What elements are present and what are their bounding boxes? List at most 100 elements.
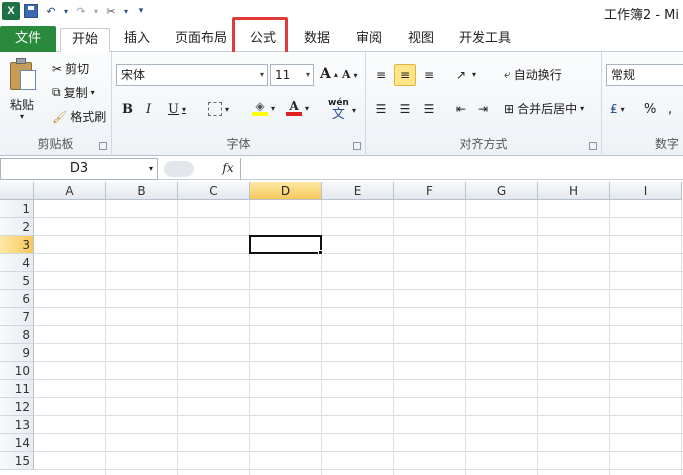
phonetic-dropdown-icon[interactable]: ▾ (352, 106, 356, 115)
fill-handle[interactable] (318, 250, 323, 255)
copy-icon: ⧉ (52, 85, 61, 99)
underline-button[interactable]: U ▾ (168, 102, 186, 117)
accounting-format-button[interactable]: ₤ ▾ (610, 102, 625, 116)
font-color-button[interactable]: A ▾ (286, 100, 309, 116)
row-header-13[interactable]: 13 (0, 416, 34, 434)
row-header-7[interactable]: 7 (0, 308, 34, 326)
tab-review[interactable]: 审阅 (348, 28, 390, 52)
orientation-icon[interactable]: ↗ (450, 64, 472, 86)
align-center-icon[interactable]: ☰ (394, 98, 416, 120)
row-header-3[interactable]: 3 (0, 236, 34, 254)
copy-button[interactable]: ⧉ 复制 ▾ (52, 84, 95, 101)
tab-home[interactable]: 开始 (60, 28, 110, 52)
gridline-horizontal (34, 307, 683, 308)
clipboard-launcher-icon[interactable] (99, 142, 107, 150)
font-launcher-icon[interactable] (353, 142, 361, 150)
italic-button[interactable]: I (146, 102, 151, 117)
font-name-combobox[interactable]: 宋体 ▾ (116, 64, 268, 86)
row-header-9[interactable]: 9 (0, 344, 34, 362)
row-header-12[interactable]: 12 (0, 398, 34, 416)
column-header-f[interactable]: F (394, 182, 466, 200)
column-header-h[interactable]: H (538, 182, 610, 200)
tools-dropdown-icon[interactable]: ▾ (122, 2, 130, 20)
align-right-icon[interactable]: ☰ (418, 98, 440, 120)
tab-file[interactable]: 文件 (0, 26, 56, 52)
tab-view[interactable]: 视图 (400, 28, 442, 52)
borders-button[interactable]: ▾ (208, 102, 229, 116)
decrease-indent-icon[interactable]: ⇤ (450, 98, 472, 120)
save-icon[interactable] (22, 2, 40, 20)
merge-center-button[interactable]: ⊞ 合并后居中 ▾ (504, 100, 584, 117)
name-box[interactable]: D3 ▾ (0, 158, 158, 180)
alignment-launcher-icon[interactable] (589, 142, 597, 150)
percent-button[interactable]: % (644, 102, 656, 117)
increase-indent-icon[interactable]: ⇥ (472, 98, 494, 120)
align-bottom-icon[interactable]: ≡ (418, 64, 440, 86)
paste-button[interactable]: 粘贴 (10, 96, 34, 113)
tab-developer[interactable]: 开发工具 (452, 28, 518, 52)
tab-data[interactable]: 数据 (296, 28, 338, 52)
tools-icon[interactable]: ✂ (102, 2, 120, 20)
select-all-corner[interactable] (0, 182, 34, 200)
insert-function-icon[interactable]: fx (218, 158, 238, 180)
column-header-i[interactable]: I (610, 182, 682, 200)
paste-dropdown-icon[interactable]: ▾ (20, 112, 24, 121)
redo-dropdown-icon[interactable]: ▾ (92, 2, 100, 20)
paint-bucket-icon: ◈ (252, 100, 268, 116)
row-header-1[interactable]: 1 (0, 200, 34, 218)
row-header-6[interactable]: 6 (0, 290, 34, 308)
row-header-10[interactable]: 10 (0, 362, 34, 380)
alignment-group-label: 对齐方式 (459, 137, 508, 151)
excel-logo-icon[interactable]: X (2, 2, 20, 20)
font-color-icon: A (286, 100, 302, 116)
number-group: 常规 ₤ ▾ % , 数字 (602, 52, 683, 156)
format-painter-button[interactable]: 🖌 格式刷 (52, 108, 106, 125)
paste-icon[interactable] (8, 58, 38, 92)
active-cell-d3[interactable] (249, 235, 322, 254)
worksheet-grid[interactable]: A B C D E F G H I 1 2 3 4 5 6 7 8 9 10 11 12 13 14 15 (0, 182, 683, 475)
shrink-font-button[interactable]: A ▾ (342, 68, 358, 81)
undo-icon[interactable]: ↶ (42, 2, 60, 20)
currency-icon: ₤ (610, 102, 618, 116)
cut-button[interactable]: ✂ 剪切 (52, 60, 89, 77)
column-header-a[interactable]: A (34, 182, 106, 200)
row-header-8[interactable]: 8 (0, 326, 34, 344)
number-format-combobox[interactable]: 常规 (606, 64, 683, 86)
wrap-text-button[interactable]: ⤶ 自动换行 (504, 66, 562, 83)
align-middle-icon[interactable]: ≡ (394, 64, 416, 86)
phonetic-button[interactable]: wén 文 (328, 98, 349, 121)
formula-bar-expander[interactable] (164, 161, 194, 177)
row-header-11[interactable]: 11 (0, 380, 34, 398)
row-header-15[interactable]: 15 (0, 452, 34, 470)
tab-page-layout[interactable]: 页面布局 (168, 28, 234, 52)
gridline-horizontal (34, 271, 683, 272)
gridline-horizontal (34, 397, 683, 398)
undo-dropdown-icon[interactable]: ▾ (62, 2, 70, 20)
column-header-b[interactable]: B (106, 182, 178, 200)
row-header-2[interactable]: 2 (0, 218, 34, 236)
grow-font-button[interactable]: A ▴ (320, 66, 338, 82)
row-header-14[interactable]: 14 (0, 434, 34, 452)
customize-qat-icon[interactable]: ▾ (132, 2, 150, 20)
align-left-icon[interactable]: ☰ (370, 98, 392, 120)
formula-input[interactable] (240, 158, 683, 180)
tab-insert[interactable]: 插入 (116, 28, 158, 52)
wrap-text-icon: ⤶ (504, 67, 511, 81)
row-header-4[interactable]: 4 (0, 254, 34, 272)
orientation-dropdown-icon[interactable]: ▾ (472, 70, 476, 79)
gridline-horizontal (34, 235, 683, 236)
row-header-5[interactable]: 5 (0, 272, 34, 290)
font-group-label: 字体 (226, 137, 251, 151)
column-header-d[interactable]: D (250, 182, 322, 200)
align-top-icon[interactable]: ≡ (370, 64, 392, 86)
font-group: 宋体 ▾ 11 ▾ A ▴ A ▾ B I U ▾ ▾ ◈ ▾ A ▾ wén 文 ▾ 字… (112, 52, 366, 156)
column-header-c[interactable]: C (178, 182, 250, 200)
column-header-e[interactable]: E (322, 182, 394, 200)
font-size-combobox[interactable]: 11 ▾ (270, 64, 314, 86)
bold-button[interactable]: B (122, 102, 133, 117)
ribbon: 粘贴 ▾ ✂ 剪切 ⧉ 复制 ▾ 🖌 格式刷 剪贴板 宋体 ▾ 11 ▾ A ▴ A ▾… (0, 52, 683, 156)
comma-button[interactable]: , (668, 102, 672, 117)
redo-icon[interactable]: ↷ (72, 2, 90, 20)
fill-color-button[interactable]: ◈ ▾ (252, 100, 275, 116)
column-header-g[interactable]: G (466, 182, 538, 200)
